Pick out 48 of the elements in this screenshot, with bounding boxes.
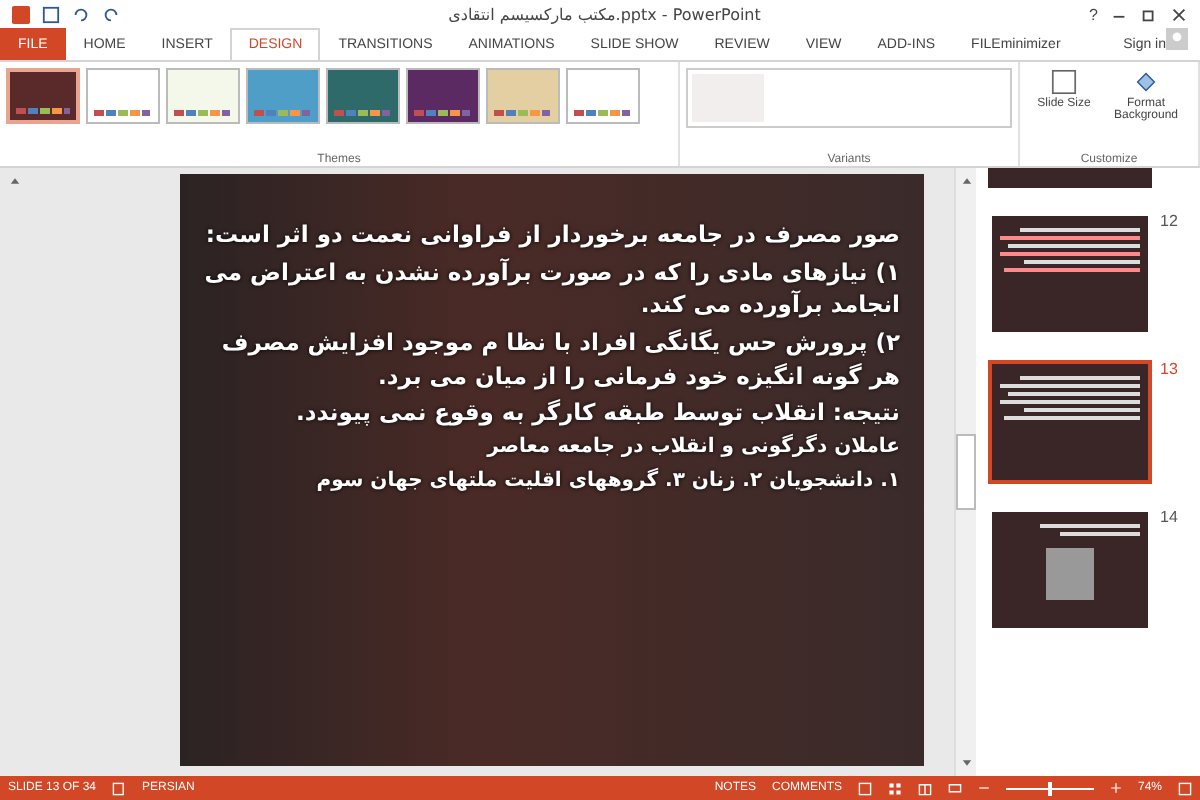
slide-number: 14 [1160,508,1178,530]
slide-thumbnail-drawing[interactable] [988,168,1152,188]
zoom-slider-thumb[interactable] [1047,781,1052,795]
color-swatches-icon [16,108,70,114]
slide-size-icon [1050,68,1078,96]
slide-text: ۱. دانشجویان ۲. زنان ۳. گروههای اقلیت ملتهای جهان سوم [314,467,900,496]
color-swatches-icon [494,110,550,116]
slideshow-icon[interactable] [947,781,962,795]
theme-thumbnail[interactable] [166,68,240,124]
minus-icon[interactable] [977,782,990,794]
restore-icon[interactable] [1140,5,1158,23]
slide-number: 13 [1160,360,1178,382]
color-swatches-icon [334,110,390,116]
slide-text: ۲) پرورش حس یگانگی افراد با نظا م موجود افزایش مصرف هر گونه انگیزه خود فرمانی را از میان می برد. [219,326,900,393]
color-swatches-icon [254,110,310,116]
scroll-up-icon[interactable] [959,174,973,188]
theme-thumbnail[interactable] [566,68,640,124]
theme-thumbnail[interactable] [326,68,400,124]
photo-placeholder [1046,548,1094,600]
book-icon[interactable] [917,781,932,795]
undo-icon[interactable] [72,5,90,23]
color-swatches-icon [174,110,230,116]
color-swatches-icon [94,110,150,116]
slide-number: 12 [1160,212,1178,234]
theme-thumbnail[interactable] [406,68,480,124]
slide-text: ۱) نیازهای مادی را که در صورت برآورده نشدن به اعتراض می انجامد برآورده می کند. [202,255,900,323]
theme-thumbnail[interactable] [486,68,560,124]
grid-view-icon[interactable] [887,781,902,795]
normal-view-icon[interactable] [857,781,872,795]
theme-thumbnail[interactable] [86,68,160,124]
slide-text: عاملان دگرگونی و انقلاب در جامعه معاصر [484,434,900,463]
slide-thumbnail[interactable] [988,360,1152,484]
scroll-up-icon[interactable] [7,174,21,188]
save-icon[interactable] [42,5,60,23]
slide-text: نتیجه: انقلاب توسط طبقه کارگر به وقوع نمی پیوندد. [294,396,900,431]
plus-icon[interactable] [1109,782,1122,794]
help-button[interactable]: ? [1089,5,1098,23]
theme-thumbnail[interactable] [246,68,320,124]
app-logo-icon[interactable] [12,5,30,23]
scrollbar-thumb[interactable] [956,434,976,510]
color-swatches-icon [574,110,630,116]
theme-thumbnail[interactable] [6,68,80,124]
window-title: مکتب مارکسیسم انتقادی.pptx - PowerPoint [446,5,763,23]
close-icon[interactable] [1170,5,1188,23]
color-swatches-icon [414,110,470,116]
scroll-down-icon[interactable] [959,756,973,770]
slide-text: صور مصرف در جامعه برخوردار از فراوانی نعمت دو اثر است: [203,218,900,252]
redo-icon[interactable] [102,5,120,23]
